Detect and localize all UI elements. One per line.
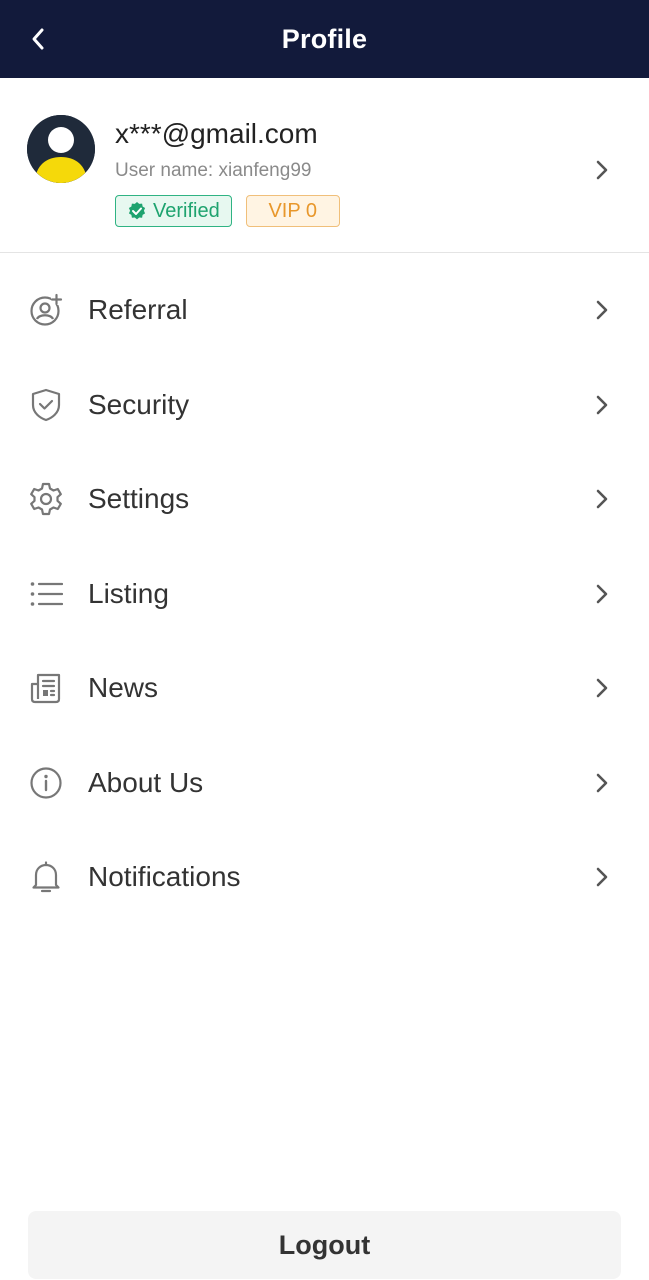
menu-item-security[interactable]: Security	[0, 358, 649, 453]
profile-card[interactable]: x***@gmail.com User name: xianfeng99 Ver…	[0, 78, 649, 253]
menu-item-about-us[interactable]: About Us	[0, 736, 649, 831]
menu-item-notifications[interactable]: Notifications	[0, 830, 649, 925]
avatar	[27, 115, 95, 183]
user-avatar-icon	[27, 115, 95, 183]
menu-item-label: Security	[88, 388, 190, 420]
chevron-right-icon	[592, 393, 612, 417]
menu-item-referral[interactable]: Referral	[0, 263, 649, 358]
verified-label: Verified	[153, 199, 220, 222]
list-icon	[28, 576, 64, 612]
chevron-right-icon	[592, 676, 612, 700]
chevron-right-icon	[592, 582, 612, 606]
verified-badge: Verified	[115, 195, 232, 227]
menu-item-label: Settings	[88, 483, 190, 515]
menu-item-label: Notifications	[88, 861, 241, 893]
chevron-right-icon	[596, 160, 608, 180]
page-title: Profile	[281, 23, 368, 54]
chevron-right-icon	[592, 298, 612, 322]
chevron-left-icon	[32, 28, 44, 50]
menu-item-news[interactable]: News	[0, 641, 649, 736]
chevron-right-icon	[592, 771, 612, 795]
info-icon	[28, 765, 64, 801]
top-bar: Profile	[0, 0, 649, 78]
menu-item-label: About Us	[88, 766, 204, 798]
gear-icon	[28, 481, 64, 517]
vip-badge: VIP 0	[245, 195, 340, 227]
badge-row: Verified VIP 0	[115, 195, 340, 227]
account-email: x***@gmail.com	[115, 118, 318, 149]
chevron-right-icon	[592, 865, 612, 889]
menu-item-label: Listing	[88, 577, 169, 609]
newspaper-icon	[28, 670, 64, 706]
user-plus-icon	[28, 292, 64, 328]
menu-item-label: Referral	[88, 294, 188, 326]
bell-icon	[28, 859, 64, 895]
menu-list: Referral Security Settings Listing News …	[0, 263, 649, 925]
chevron-right-icon	[592, 487, 612, 511]
verified-check-icon	[128, 202, 146, 220]
menu-item-settings[interactable]: Settings	[0, 452, 649, 547]
shield-check-icon	[28, 387, 64, 423]
username-label: User name:	[115, 160, 214, 181]
username-value: xianfeng99	[218, 160, 312, 181]
back-button[interactable]	[20, 20, 56, 58]
menu-item-listing[interactable]: Listing	[0, 547, 649, 642]
username-line: User name: xianfeng99	[115, 160, 311, 182]
profile-chevron	[592, 158, 612, 187]
logout-button[interactable]: Logout	[28, 1211, 621, 1279]
menu-item-label: News	[88, 672, 159, 704]
